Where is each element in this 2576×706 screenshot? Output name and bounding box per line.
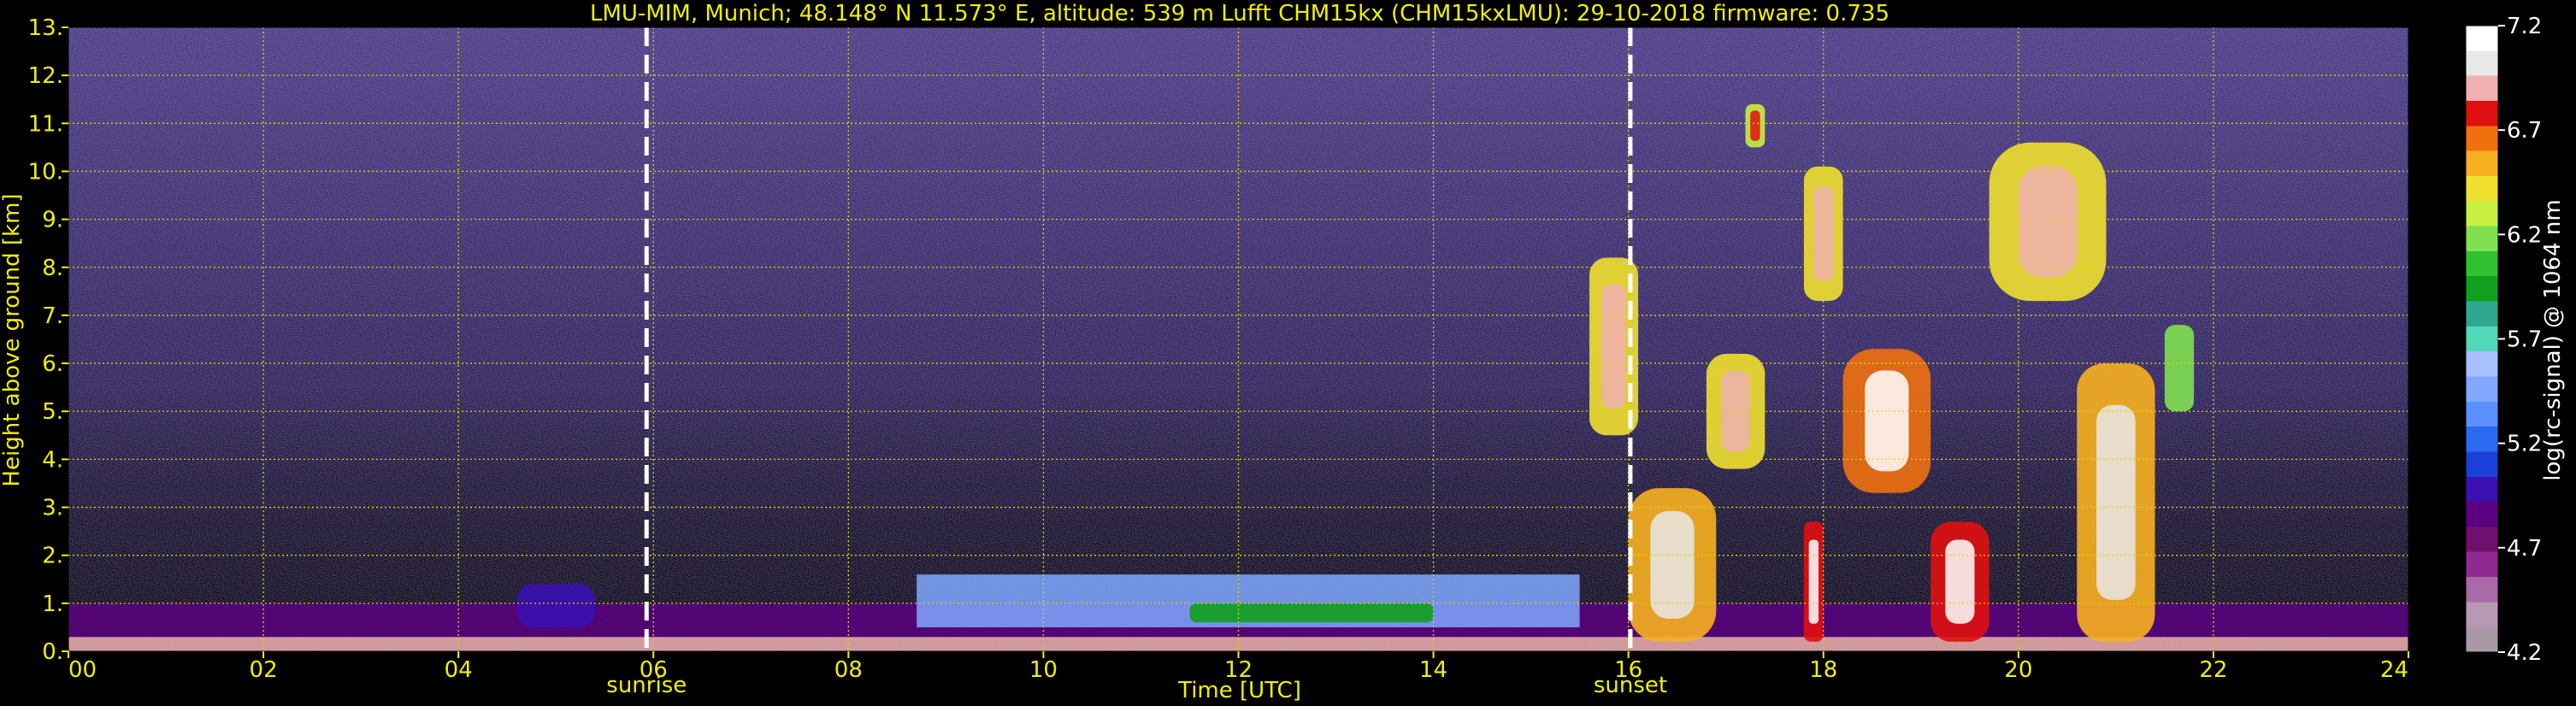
chart-title: LMU-MIM, Munich; 48.148° N 11.573° E, al…	[590, 1, 1889, 26]
colorbar-tick-label: 5.2	[2507, 432, 2542, 457]
y-tick-label: 6.	[42, 351, 63, 377]
x-tick-label: 04	[445, 657, 473, 683]
y-tick-label: 8.	[42, 256, 63, 281]
colorbar-tick-label: 7.2	[2507, 14, 2542, 39]
x-tick-label: 14	[1419, 657, 1447, 683]
x-tick-label: 08	[834, 657, 863, 683]
sun-marker-label: sunset	[1594, 673, 1667, 698]
colorbar-scale	[2465, 25, 2499, 653]
chart-svg: 0. 1. 2. 3. 4. 5. 6. 7. 8. 9. 10. 11. 12. 13. 00 02 04 0…	[0, 1, 2566, 703]
signal-feature	[516, 584, 595, 627]
y-tick-label: 5.	[42, 399, 63, 425]
y-tick-label: 9.	[42, 208, 63, 233]
signal-feature	[1189, 603, 1434, 623]
signal-feature-core	[1865, 370, 1909, 472]
y-tick-label: 3.	[42, 496, 63, 521]
y-tick-label: 10.	[28, 159, 63, 185]
colorbar-tick-label: 6.7	[2507, 118, 2542, 144]
sun-marker-label: sunrise	[606, 673, 687, 698]
signal-feature-core	[1945, 539, 1975, 624]
signal-feature-core	[1650, 511, 1695, 619]
x-tick-label: 02	[250, 657, 278, 683]
signal-feature-core	[2096, 404, 2136, 600]
y-tick-label: 0.	[42, 639, 63, 665]
y-tick-label: 11.	[28, 111, 63, 137]
colorbar-label: log(rc-signal) @ 1064 nm	[2540, 199, 2566, 480]
y-tick-label: 2.	[42, 544, 63, 569]
colorbar-tick-label: 6.2	[2507, 222, 2542, 248]
y-tick-label: 12.	[28, 63, 63, 89]
signal-feature-core	[1601, 284, 1626, 409]
signal-feature	[2164, 325, 2195, 412]
x-tick-label: 10	[1029, 657, 1058, 683]
x-tick-label: 00	[68, 657, 97, 683]
colorbar: 4.2 4.7 5.2 5.7 6.2 6.7 7.2 log(rc-signal) @ 1…	[2465, 14, 2566, 666]
x-tick-label: 22	[2199, 657, 2227, 683]
x-tick-label: 24	[2380, 657, 2408, 683]
y-axis-label: Height above ground [km]	[0, 193, 25, 486]
ceilometer-figure: 0. 1. 2. 3. 4. 5. 6. 7. 8. 9. 10. 11. 12. 13. 00 02 04 0…	[0, 0, 2576, 706]
signal-feature-core	[1750, 110, 1760, 141]
x-tick-label: 20	[2004, 657, 2032, 683]
marker-labels: sunrise sunset	[606, 673, 1667, 698]
y-tick-label: 7.	[42, 303, 63, 329]
signal-feature-core	[2018, 166, 2078, 278]
colorbar-tick-label: 5.7	[2507, 327, 2542, 353]
y-axis-ticks: 0. 1. 2. 3. 4. 5. 6. 7. 8. 9. 10. 11. 12. 13.	[28, 15, 68, 665]
plot-area	[68, 27, 2408, 651]
y-tick-label: 4.	[42, 447, 63, 473]
y-tick-label: 13.	[28, 15, 63, 41]
colorbar-ticks: 4.2 4.7 5.2 5.7 6.2 6.7 7.2	[2498, 14, 2542, 666]
colorbar-tick-label: 4.2	[2507, 640, 2542, 666]
colorbar-tick-label: 4.7	[2507, 536, 2542, 562]
signal-feature-core	[1808, 539, 1819, 624]
y-tick-label: 1.	[42, 591, 63, 617]
x-axis-label: Time [UTC]	[1177, 678, 1301, 703]
x-tick-label: 18	[1809, 657, 1837, 683]
